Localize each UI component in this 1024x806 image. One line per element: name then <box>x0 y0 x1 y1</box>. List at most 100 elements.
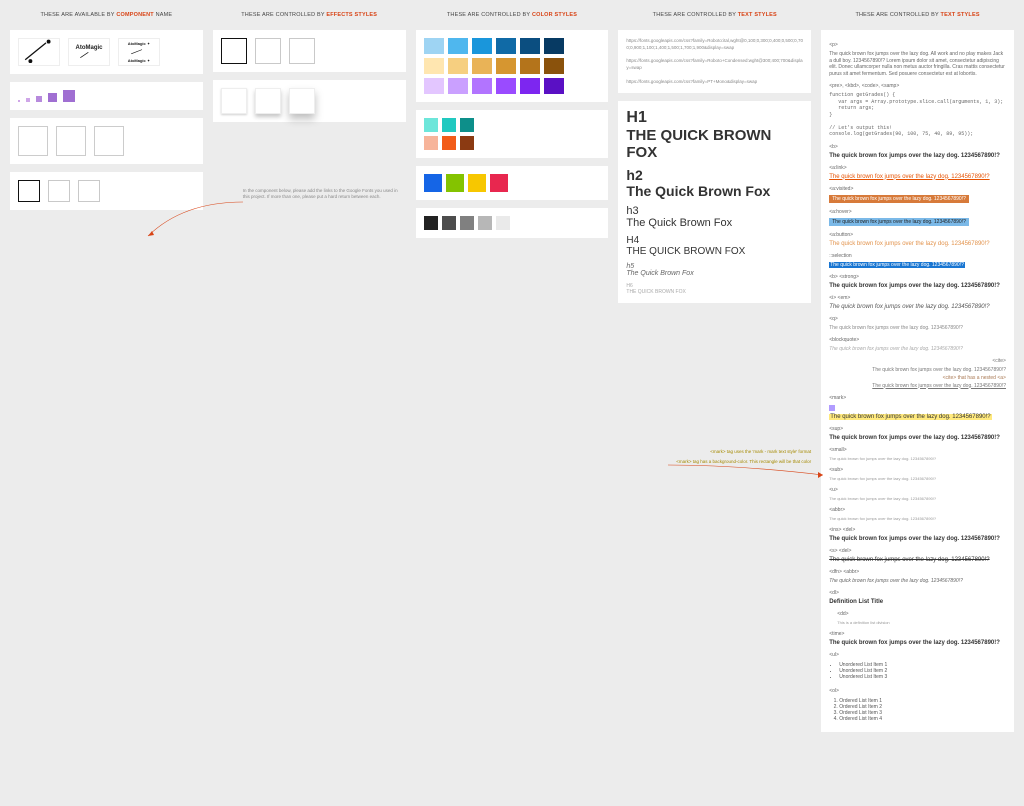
h1-label: H1 <box>626 109 803 127</box>
color-swatch <box>424 216 438 230</box>
strong-sample: The quick brown fox jumps over the lazy … <box>829 283 1006 289</box>
cite-link[interactable]: The quick brown fox jumps over the lazy … <box>829 383 1006 389</box>
dot <box>63 90 75 102</box>
pre-sample: function getGrades() { var args = Array.… <box>829 92 1006 138</box>
col-colors: THESE ARE CONTROLLED BY COLOR STYLES <box>416 10 609 238</box>
dfn-tag: <dfn> <abbr> <box>829 569 1006 575</box>
color-swatch <box>424 118 438 132</box>
dd-tag: <dd> <box>837 611 1006 617</box>
a-hover-sample[interactable]: The quick brown fox jumps over the lazy … <box>829 218 969 226</box>
leader-arrow <box>143 200 243 240</box>
color-swatch <box>460 216 474 230</box>
color-swatch <box>520 38 540 54</box>
outline-effects <box>213 30 406 72</box>
color-swatch <box>442 216 456 230</box>
color-swatch <box>544 78 564 94</box>
p-sample: The quick brown fox jumps over the lazy … <box>829 51 1006 77</box>
color-swatch <box>460 136 474 150</box>
color-swatch <box>472 78 492 94</box>
q-tag: <q> <box>829 316 1006 322</box>
h4-sample: THE QUICK BROWN FOX <box>626 246 803 257</box>
logo-stacked: AtoMagic <box>68 38 110 66</box>
empty-boxes-panel <box>10 118 203 164</box>
color-swatch <box>442 118 456 132</box>
a-button-sample[interactable]: The quick brown fox jumps over the lazy … <box>829 241 1006 247</box>
h5-label: h5 <box>626 263 803 270</box>
a-visited-tag: <a:visited> <box>829 186 1006 192</box>
p-tag: <p> <box>829 42 1006 48</box>
ul-sample: Unordered List Item 1 Unordered List Ite… <box>839 662 1006 680</box>
swatch-row-blue <box>424 38 601 54</box>
outline-box <box>289 38 315 64</box>
sup-tag: <sup> <box>829 426 1006 432</box>
outline-box <box>255 38 281 64</box>
dl-title: Definition List Title <box>829 599 1006 605</box>
shadow-box <box>221 88 247 114</box>
swatch-row-orange <box>424 136 601 150</box>
color-swatch <box>460 118 474 132</box>
col-text-elements: THESE ARE CONTROLLED BY TEXT STYLES <p> … <box>821 10 1014 732</box>
a-link-sample[interactable]: The quick brown fox jumps over the lazy … <box>829 174 1006 180</box>
u-sample: The quick brown fox jumps over the lazy … <box>829 496 1006 501</box>
mark-sample: The quick brown fox jumps over the lazy … <box>829 414 991 420</box>
ol-tag: <ol> <box>829 688 1006 694</box>
del-sample: The quick brown fox jumps over the lazy … <box>829 557 1006 563</box>
dot <box>18 100 20 102</box>
swatch-row-purple <box>424 78 601 94</box>
a-visited-sample[interactable]: The quick brown fox jumps over the lazy … <box>829 195 969 203</box>
col-header: THESE ARE AVAILABLE BY COMPONENT NAME <box>10 10 203 22</box>
u-tag: <u> <box>829 487 1006 493</box>
heading-samples: H1 THE QUICK BROWN FOX h2 The Quick Brow… <box>618 101 811 303</box>
font-slot[interactable] <box>48 180 70 202</box>
color-swatch <box>472 38 492 54</box>
list-item: Unordered List Item 3 <box>839 674 1006 680</box>
color-swatch <box>520 78 540 94</box>
placeholder-box <box>94 126 124 156</box>
color-swatch <box>424 78 444 94</box>
h6-sample: THE QUICK BROWN FOX <box>626 289 803 295</box>
s-del-tag: <s> <del> <box>829 548 1006 554</box>
font-slot[interactable] <box>78 180 100 202</box>
h2-sample: The Quick Brown Fox <box>626 183 803 199</box>
cite-link-sample[interactable]: <cite> that has a nested <a> <box>829 375 1006 381</box>
small-tag: <small> <box>829 447 1006 453</box>
color-swatch <box>544 38 564 54</box>
swatch-row-gray <box>424 216 601 230</box>
abbr-tag: <abbr> <box>829 507 1006 513</box>
shadow-effects <box>213 80 406 122</box>
col-header: THESE ARE CONTROLLED BY COLOR STYLES <box>416 10 609 22</box>
color-swatch <box>424 136 438 150</box>
color-swatch <box>478 216 492 230</box>
col-typography: THESE ARE CONTROLLED BY TEXT STYLES http… <box>618 10 811 487</box>
col-header: THESE ARE CONTROLLED BY TEXT STYLES <box>618 10 811 22</box>
time-tag: <time> <box>829 631 1006 637</box>
col-header: THESE ARE CONTROLLED BY EFFECTS STYLES <box>213 10 406 22</box>
color-swatch <box>472 58 492 74</box>
color-swatch <box>520 58 540 74</box>
font-note: In the component below, please add the l… <box>213 188 406 201</box>
dot <box>36 96 42 102</box>
color-swatch <box>448 78 468 94</box>
logo-panel: AtoMagic AtoMagic ✦ AtoMagic ✦ <box>10 30 203 74</box>
color-swatch <box>496 58 516 74</box>
outline-box <box>221 38 247 64</box>
logo-mark-only <box>18 38 60 66</box>
selection-sample: The quick brown fox jumps over the lazy … <box>829 262 965 268</box>
a-button-tag: <a:button> <box>829 232 1006 238</box>
placeholder-box <box>18 126 48 156</box>
font-link: https://fonts.googleapis.com/css?family=… <box>626 79 803 86</box>
dl-tag: <dl> <box>829 590 1006 596</box>
cite-sample: The quick brown fox jumps over the lazy … <box>829 367 1006 373</box>
blockquote-tag: <blockquote> <box>829 337 1006 343</box>
font-slot[interactable] <box>18 180 40 202</box>
shadow-box <box>255 88 281 114</box>
b-tag: <b> <box>829 144 1006 150</box>
swatch-row-primary <box>424 174 601 192</box>
placeholder-box <box>56 126 86 156</box>
color-swatch <box>442 136 456 150</box>
palette-accent <box>416 110 609 158</box>
color-swatch <box>446 174 464 192</box>
q-sample: The quick brown fox jumps over the lazy … <box>829 325 1006 331</box>
text-element-samples: <p> The quick brown fox jumps over the l… <box>821 30 1014 732</box>
small-sample: The quick brown fox jumps over the lazy … <box>829 456 1006 461</box>
